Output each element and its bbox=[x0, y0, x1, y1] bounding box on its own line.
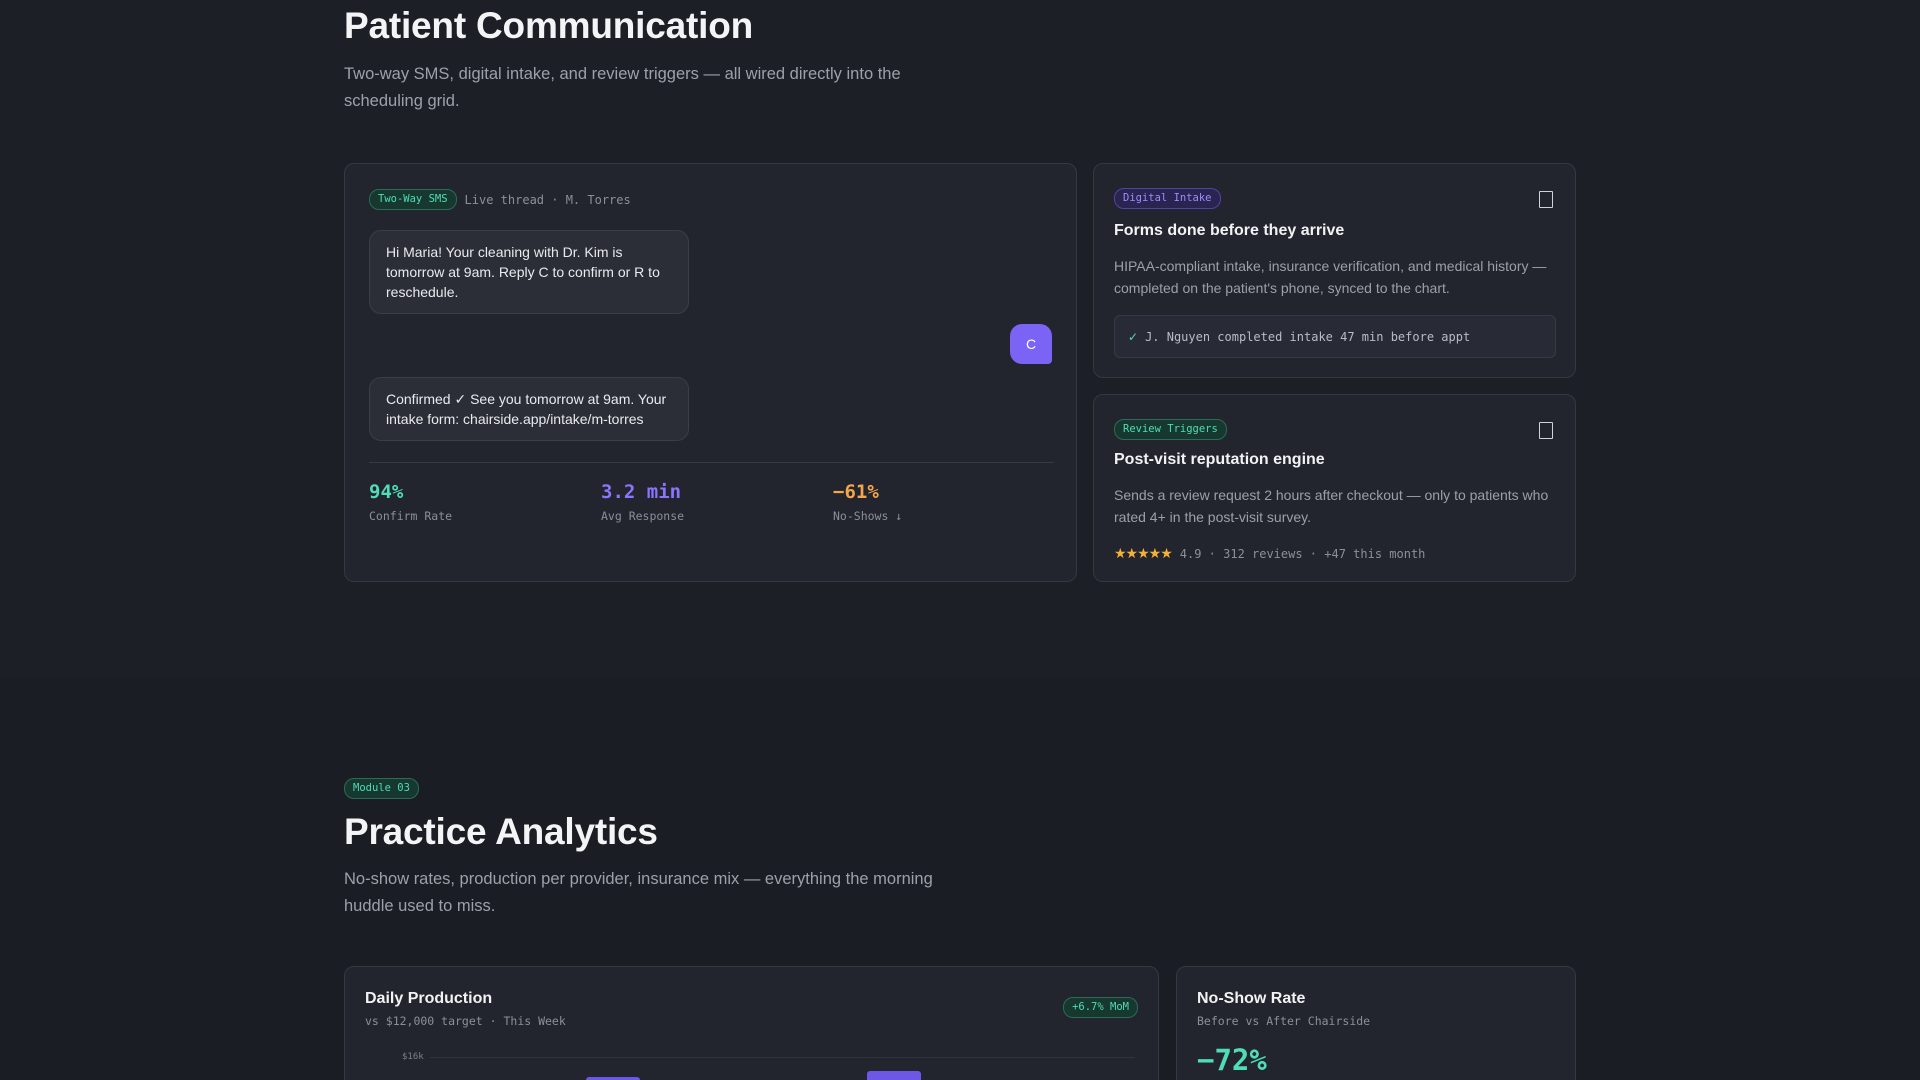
intake-body: HIPAA-compliant intake, insurance verifi… bbox=[1114, 258, 1547, 296]
mom-badge: +6.7% MoM bbox=[1063, 997, 1138, 1018]
page-title: Patient Communication bbox=[344, 5, 753, 46]
noshow-sub: Before vs After Chairside bbox=[1197, 1014, 1371, 1028]
intake-status-text: J. Nguyen completed intake 47 min before… bbox=[1145, 329, 1471, 344]
y-tick-label: $16k bbox=[402, 1052, 424, 1062]
stat-value: 3.2 min bbox=[601, 481, 682, 503]
chart-bar bbox=[867, 1071, 921, 1080]
reviews-heading: Post-visit reputation engine bbox=[1114, 451, 1325, 468]
sms-message-outgoing: Hi Maria! Your cleaning with Dr. Kim is … bbox=[369, 230, 689, 314]
production-card: Daily Production vs $12,000 target · Thi… bbox=[344, 966, 1159, 1080]
sms-stats: 94% Confirm Rate 3.2 min Avg Response −6… bbox=[369, 481, 1054, 523]
intake-card: Digital Intake Forms done before they ar… bbox=[1093, 163, 1576, 378]
stat-value: −61% bbox=[833, 481, 879, 503]
stat-no-shows: −61% No-Shows ↓ bbox=[833, 481, 1054, 523]
analytics-title: Practice Analytics bbox=[344, 811, 658, 852]
sms-message-confirmation: Confirmed ✓ See you tomorrow at 9am. You… bbox=[369, 377, 689, 441]
intake-status: ✓ J. Nguyen completed intake 47 min befo… bbox=[1114, 315, 1556, 358]
production-sub: vs $12,000 target · This Week bbox=[365, 1014, 566, 1028]
sms-reply-bubble: C bbox=[1010, 324, 1052, 364]
stat-confirm-rate: 94% Confirm Rate bbox=[369, 481, 601, 523]
sms-badge: Two-Way SMS bbox=[369, 189, 457, 210]
production-heading: Daily Production bbox=[365, 990, 493, 1007]
reviews-card: Review Triggers Post-visit reputation en… bbox=[1093, 394, 1576, 582]
intake-heading: Forms done before they arrive bbox=[1114, 222, 1345, 239]
analytics-header: Module 03 Practice Analytics No-show rat… bbox=[344, 778, 1576, 920]
clipboard-icon bbox=[1539, 191, 1553, 208]
section-subtitle: Two-way SMS, digital intake, and review … bbox=[344, 65, 901, 110]
stat-label: No-Shows ↓ bbox=[833, 509, 903, 523]
analytics-subtitle: No-show rates, production per provider, … bbox=[344, 870, 933, 915]
star-document-icon bbox=[1539, 422, 1553, 439]
divider bbox=[369, 462, 1054, 463]
reviews-badge: Review Triggers bbox=[1114, 419, 1227, 440]
thread-label: Live thread · M. Torres bbox=[464, 192, 631, 207]
noshow-value: −72% bbox=[1197, 1043, 1267, 1077]
rating-text: 4.9 · 312 reviews · +47 this month bbox=[1179, 546, 1426, 561]
sms-card: Two-Way SMS Live thread · M. Torres Hi M… bbox=[344, 163, 1077, 582]
module-badge: Module 03 bbox=[344, 778, 419, 799]
stat-label: Avg Response bbox=[601, 509, 685, 523]
stat-label: Confirm Rate bbox=[369, 509, 453, 523]
communication-header: Patient Communication Two-way SMS, digit… bbox=[344, 5, 1576, 115]
noshow-card: No-Show Rate Before vs After Chairside −… bbox=[1176, 966, 1576, 1080]
reviews-rating: ★★★★★ 4.9 · 312 reviews · +47 this month bbox=[1114, 545, 1425, 562]
gridline bbox=[430, 1057, 1135, 1058]
stat-value: 94% bbox=[369, 481, 404, 503]
reviews-body: Sends a review request 2 hours after che… bbox=[1114, 487, 1549, 525]
intake-badge: Digital Intake bbox=[1114, 188, 1221, 209]
check-icon: ✓ bbox=[1128, 329, 1139, 344]
noshow-heading: No-Show Rate bbox=[1197, 990, 1306, 1007]
star-rating-icon: ★★★★★ bbox=[1114, 545, 1173, 561]
stat-avg-response: 3.2 min Avg Response bbox=[601, 481, 833, 523]
